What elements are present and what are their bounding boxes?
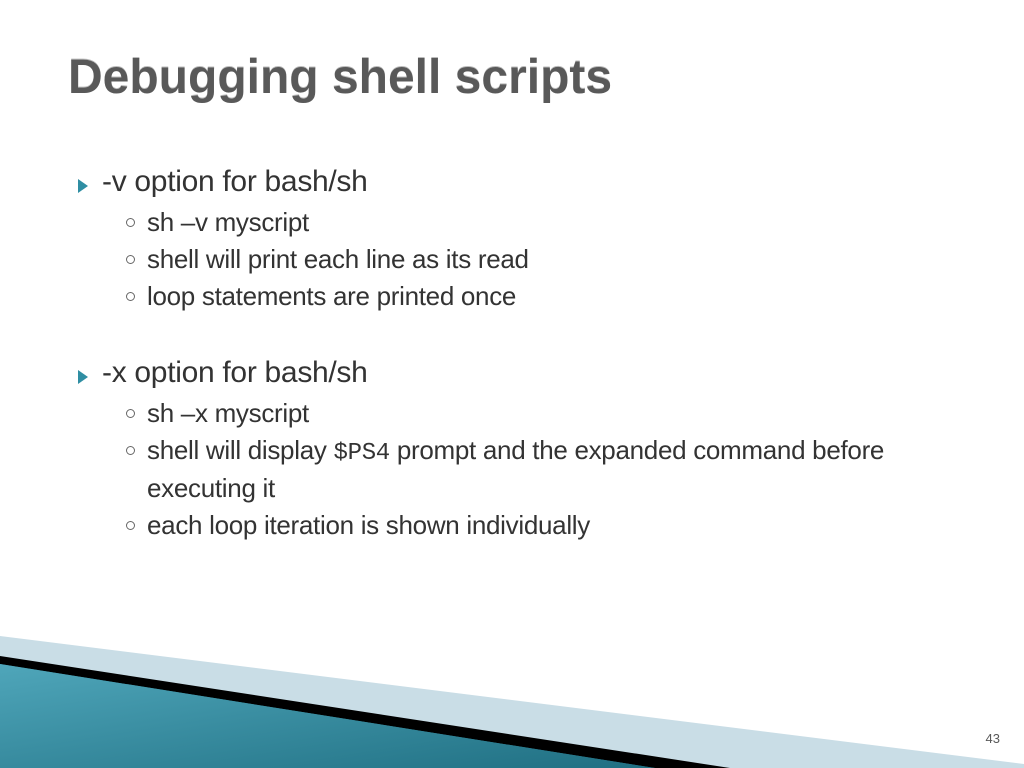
bullet-level1: -v option for bash/sh xyxy=(78,165,964,199)
bullet-level2: shell will print each line as its read xyxy=(126,242,964,277)
code-text: $PS4 xyxy=(333,440,389,467)
bullet-text: shell will display $PS4 prompt and the e… xyxy=(147,433,964,505)
bullet-level2: sh –x myscript xyxy=(126,396,964,431)
corner-decor-icon xyxy=(0,600,1024,768)
text-prefix: shell will display xyxy=(147,435,333,465)
bullet-text: sh –v myscript xyxy=(147,205,309,240)
sub-list: sh –v myscript shell will print each lin… xyxy=(126,205,964,314)
bullet-text: each loop iteration is shown individuall… xyxy=(147,508,590,543)
circle-bullet-icon xyxy=(126,255,135,264)
circle-bullet-icon xyxy=(126,218,135,227)
slide-title: Debugging shell scripts xyxy=(68,50,612,105)
circle-bullet-icon xyxy=(126,409,135,418)
sub-list: sh –x myscript shell will display $PS4 p… xyxy=(126,396,964,543)
bullet-level2: each loop iteration is shown individuall… xyxy=(126,508,964,543)
triangle-bullet-icon xyxy=(78,179,88,193)
bullet-text: loop statements are printed once xyxy=(147,279,516,314)
slide: Debugging shell scripts -v option for ba… xyxy=(0,0,1024,768)
circle-bullet-icon xyxy=(126,292,135,301)
circle-bullet-icon xyxy=(126,521,135,530)
bullet-text: shell will print each line as its read xyxy=(147,242,529,277)
triangle-bullet-icon xyxy=(78,370,88,384)
circle-bullet-icon xyxy=(126,446,135,455)
bullet-level2: shell will display $PS4 prompt and the e… xyxy=(126,433,964,505)
bullet-level2: loop statements are printed once xyxy=(126,279,964,314)
bullet-text: -x option for bash/sh xyxy=(102,356,368,390)
bullet-text: sh –x myscript xyxy=(147,396,309,431)
bullet-level1: -x option for bash/sh xyxy=(78,356,964,390)
slide-content: -v option for bash/sh sh –v myscript she… xyxy=(78,165,964,543)
page-number: 43 xyxy=(986,731,1000,746)
bullet-text: -v option for bash/sh xyxy=(102,165,368,199)
bullet-level2: sh –v myscript xyxy=(126,205,964,240)
